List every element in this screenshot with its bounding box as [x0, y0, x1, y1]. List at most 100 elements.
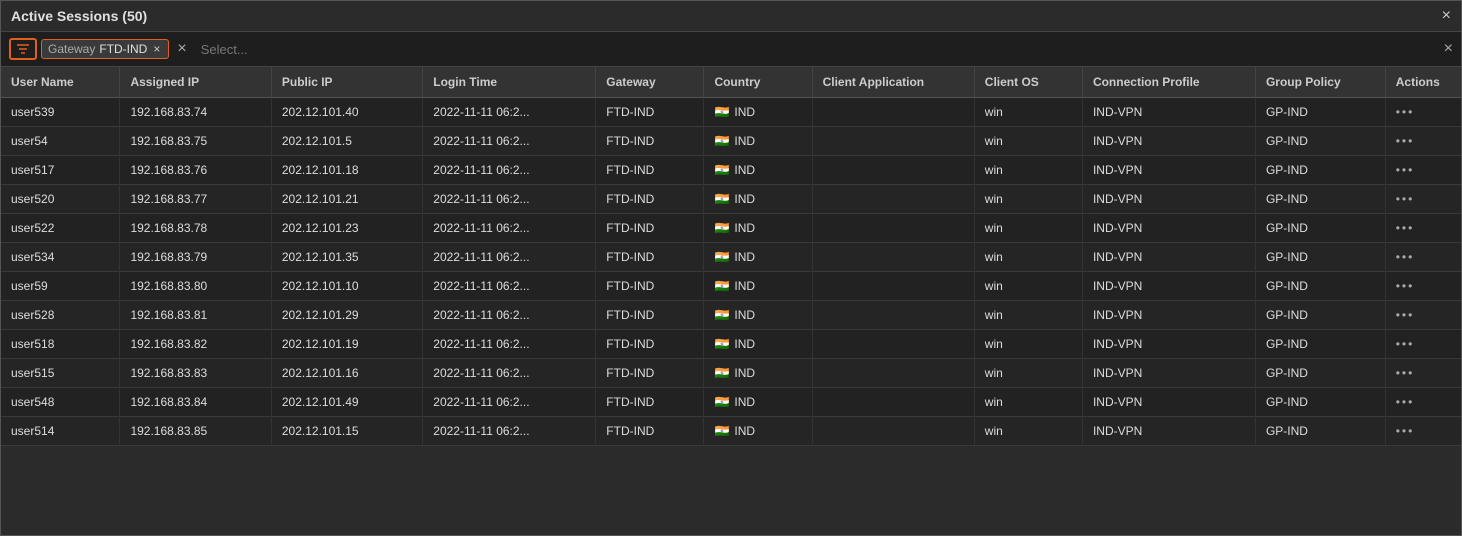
cell-actions[interactable]: •••: [1385, 243, 1461, 272]
cell-actions[interactable]: •••: [1385, 330, 1461, 359]
cell-assignedip: 192.168.83.82: [120, 330, 271, 359]
filter-bar: Gateway FTD-IND × × Select... ×: [1, 32, 1461, 67]
cell-logintime: 2022-11-11 06:2...: [423, 359, 596, 388]
filter-tag-gateway: Gateway FTD-IND ×: [41, 39, 169, 59]
cell-actions[interactable]: •••: [1385, 156, 1461, 185]
cell-username: user517: [1, 156, 120, 185]
window-title: Active Sessions (50): [11, 8, 147, 24]
country-name: IND: [734, 395, 755, 409]
col-header-connprofile: Connection Profile: [1082, 67, 1255, 98]
table-row: user534192.168.83.79202.12.101.352022-11…: [1, 243, 1461, 272]
cell-logintime: 2022-11-11 06:2...: [423, 156, 596, 185]
cell-logintime: 2022-11-11 06:2...: [423, 127, 596, 156]
actions-menu-button[interactable]: •••: [1396, 250, 1415, 264]
col-header-grouppolicy: Group Policy: [1255, 67, 1385, 98]
actions-menu-button[interactable]: •••: [1396, 308, 1415, 322]
table-row: user515192.168.83.83202.12.101.162022-11…: [1, 359, 1461, 388]
actions-menu-button[interactable]: •••: [1396, 221, 1415, 235]
cell-assignedip: 192.168.83.83: [120, 359, 271, 388]
window-close-button[interactable]: ×: [1442, 7, 1451, 25]
col-header-clientos: Client OS: [974, 67, 1082, 98]
cell-country: 🇮🇳IND: [704, 156, 812, 185]
actions-menu-button[interactable]: •••: [1396, 192, 1415, 206]
filter-remove-all-button[interactable]: ×: [173, 40, 190, 58]
col-header-assignedip: Assigned IP: [120, 67, 271, 98]
actions-menu-button[interactable]: •••: [1396, 279, 1415, 293]
cell-clientapp: [812, 185, 974, 214]
active-sessions-window: Active Sessions (50) × Gateway FTD-IND ×…: [0, 0, 1462, 536]
table-row: user518192.168.83.82202.12.101.192022-11…: [1, 330, 1461, 359]
cell-actions[interactable]: •••: [1385, 272, 1461, 301]
cell-publicip: 202.12.101.29: [271, 301, 422, 330]
table-row: user59192.168.83.80202.12.101.102022-11-…: [1, 272, 1461, 301]
cell-clientos: win: [974, 359, 1082, 388]
cell-clientapp: [812, 359, 974, 388]
country-flag: 🇮🇳: [714, 221, 729, 235]
actions-menu-button[interactable]: •••: [1396, 337, 1415, 351]
cell-gateway: FTD-IND: [596, 359, 704, 388]
country-flag: 🇮🇳: [714, 163, 729, 177]
cell-publicip: 202.12.101.49: [271, 388, 422, 417]
cell-actions[interactable]: •••: [1385, 214, 1461, 243]
actions-menu-button[interactable]: •••: [1396, 424, 1415, 438]
actions-menu-button[interactable]: •••: [1396, 134, 1415, 148]
country-flag: 🇮🇳: [714, 192, 729, 206]
cell-grouppolicy: GP-IND: [1255, 330, 1385, 359]
cell-actions[interactable]: •••: [1385, 98, 1461, 127]
cell-grouppolicy: GP-IND: [1255, 214, 1385, 243]
cell-actions[interactable]: •••: [1385, 127, 1461, 156]
country-name: IND: [734, 366, 755, 380]
cell-publicip: 202.12.101.18: [271, 156, 422, 185]
filter-clear-button[interactable]: ×: [1444, 40, 1453, 58]
cell-connprofile: IND-VPN: [1082, 301, 1255, 330]
cell-actions[interactable]: •••: [1385, 388, 1461, 417]
cell-assignedip: 192.168.83.85: [120, 417, 271, 446]
cell-clientos: win: [974, 301, 1082, 330]
cell-actions[interactable]: •••: [1385, 301, 1461, 330]
cell-connprofile: IND-VPN: [1082, 388, 1255, 417]
cell-connprofile: IND-VPN: [1082, 127, 1255, 156]
cell-clientos: win: [974, 127, 1082, 156]
filter-toggle-button[interactable]: [9, 38, 37, 60]
table-body: user539192.168.83.74202.12.101.402022-11…: [1, 98, 1461, 446]
cell-grouppolicy: GP-IND: [1255, 359, 1385, 388]
cell-actions[interactable]: •••: [1385, 417, 1461, 446]
cell-username: user522: [1, 214, 120, 243]
cell-connprofile: IND-VPN: [1082, 98, 1255, 127]
table-header-row: User Name Assigned IP Public IP Login Ti…: [1, 67, 1461, 98]
country-name: IND: [734, 424, 755, 438]
filter-select-placeholder[interactable]: Select...: [195, 40, 1440, 59]
country-flag: 🇮🇳: [714, 308, 729, 322]
filter-tag-remove-button[interactable]: ×: [151, 42, 162, 56]
cell-actions[interactable]: •••: [1385, 185, 1461, 214]
cell-clientos: win: [974, 156, 1082, 185]
actions-menu-button[interactable]: •••: [1396, 395, 1415, 409]
cell-logintime: 2022-11-11 06:2...: [423, 98, 596, 127]
cell-actions[interactable]: •••: [1385, 359, 1461, 388]
cell-country: 🇮🇳 IND: [704, 214, 812, 243]
cell-connprofile: IND-VPN: [1082, 156, 1255, 185]
actions-menu-button[interactable]: •••: [1396, 163, 1415, 177]
cell-gateway: FTD-IND: [596, 301, 704, 330]
cell-logintime: 2022-11-11 06:2...: [423, 388, 596, 417]
country-name: IND: [734, 250, 755, 264]
cell-publicip: 202.12.101.10: [271, 272, 422, 301]
country-name: IND: [734, 221, 755, 235]
cell-username: user518: [1, 330, 120, 359]
cell-publicip: 202.12.101.23: [271, 214, 422, 243]
cell-clientapp: [812, 214, 974, 243]
filter-icon: [16, 42, 30, 56]
col-header-actions: Actions: [1385, 67, 1461, 98]
col-header-username: User Name: [1, 67, 120, 98]
filter-tag-label: Gateway: [48, 42, 95, 56]
cell-assignedip: 192.168.83.81: [120, 301, 271, 330]
actions-menu-button[interactable]: •••: [1396, 105, 1415, 119]
cell-gateway: FTD-IND: [596, 156, 704, 185]
cell-connprofile: IND-VPN: [1082, 214, 1255, 243]
table-row: user520192.168.83.77202.12.101.212022-11…: [1, 185, 1461, 214]
cell-clientos: win: [974, 417, 1082, 446]
sessions-table: User Name Assigned IP Public IP Login Ti…: [1, 67, 1461, 446]
cell-assignedip: 192.168.83.78: [120, 214, 271, 243]
actions-menu-button[interactable]: •••: [1396, 366, 1415, 380]
cell-clientapp: [812, 272, 974, 301]
